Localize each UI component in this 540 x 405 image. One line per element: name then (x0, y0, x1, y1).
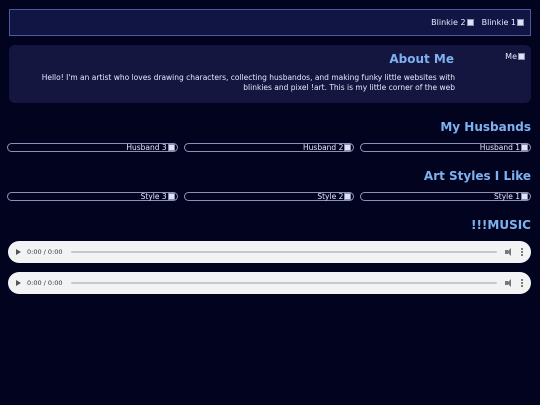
style-2-card[interactable]: Style 2 (183, 192, 355, 201)
art-styles-row: Style 3 Style 2 Style 1 (7, 192, 532, 201)
me-image: Me (505, 52, 525, 61)
play-icon[interactable] (16, 249, 21, 255)
music-title: !!!MUSIC (470, 218, 531, 232)
husbands-title: My Husbands (440, 120, 531, 134)
about-me-panel: About Me Me Hello! I'm an artist who lov… (9, 45, 531, 103)
audio-player-1: 0:00 / 0:00 (8, 241, 531, 263)
audio-time: 0:00 / 0:00 (27, 248, 63, 256)
blinkie-1-alt: Blinkie 1 (481, 18, 516, 27)
more-options-icon[interactable] (521, 279, 523, 287)
husband-2-card[interactable]: Husband 2 (183, 143, 355, 152)
husband-3-alt: Husband 3 (126, 143, 167, 152)
husband-3-card[interactable]: Husband 3 (7, 143, 178, 152)
audio-player-2: 0:00 / 0:00 (8, 272, 531, 294)
style-1-alt: Style 1 (494, 192, 521, 201)
style-3-alt: Style 3 (140, 192, 167, 201)
play-icon[interactable] (16, 280, 21, 286)
audio-time: 0:00 / 0:00 (27, 279, 63, 287)
me-image-alt: Me (505, 52, 517, 61)
husbands-row: Husband 3 Husband 2 Husband 1 (7, 143, 532, 152)
art-styles-title: Art Styles I Like (423, 169, 531, 183)
about-me-text: Hello! I'm an artist who loves drawing c… (41, 73, 455, 92)
broken-image-icon (167, 144, 175, 151)
volume-icon[interactable] (505, 248, 513, 256)
about-me-title: About Me (389, 52, 454, 66)
broken-image-icon (517, 19, 524, 26)
husband-1-card[interactable]: Husband 1 (360, 143, 532, 152)
audio-seek-bar[interactable] (70, 251, 497, 253)
broken-image-icon (521, 144, 529, 151)
blinkie-2-alt: Blinkie 2 (431, 18, 466, 27)
style-2-alt: Style 2 (317, 192, 344, 201)
broken-image-icon (466, 19, 474, 26)
broken-image-icon (518, 53, 525, 60)
more-options-icon[interactable] (521, 248, 523, 256)
broken-image-icon (344, 144, 352, 151)
audio-seek-bar[interactable] (70, 282, 497, 284)
style-3-card[interactable]: Style 3 (7, 192, 178, 201)
broken-image-icon (344, 193, 352, 200)
volume-icon[interactable] (505, 279, 513, 287)
blinkie-banner: Blinkie 2 Blinkie 1 (9, 9, 531, 36)
husband-1-alt: Husband 1 (479, 143, 521, 152)
broken-image-icon (521, 193, 529, 200)
style-1-card[interactable]: Style 1 (360, 192, 532, 201)
broken-image-icon (167, 193, 175, 200)
blinkie-2-image: Blinkie 2 (431, 18, 474, 27)
husband-2-alt: Husband 2 (303, 143, 344, 152)
blinkie-1-image: Blinkie 1 (482, 18, 524, 27)
